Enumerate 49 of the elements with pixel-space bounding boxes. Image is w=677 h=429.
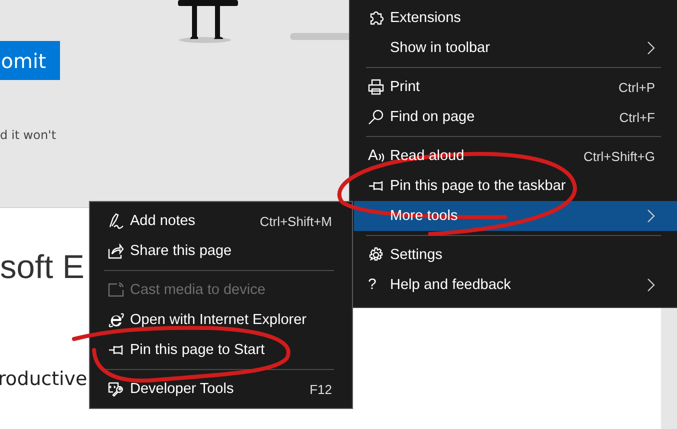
pin-icon bbox=[108, 342, 124, 358]
menu-item-label: Pin this page to the taskbar bbox=[390, 178, 566, 194]
shortcut-label: Ctrl+Shift+G bbox=[583, 148, 655, 164]
settings-icon bbox=[368, 247, 384, 263]
submit-button[interactable]: omit bbox=[0, 41, 60, 80]
menu-item-label: Cast media to device bbox=[130, 282, 266, 298]
menu-item-label: Developer Tools bbox=[130, 381, 234, 397]
menu-item-label: Help and feedback bbox=[390, 277, 511, 293]
menu-item-label: Settings bbox=[390, 247, 442, 263]
menu-icon-glyph: ? bbox=[368, 277, 376, 293]
sound-waves-icon bbox=[378, 153, 386, 163]
cartoon-figure-drawing bbox=[178, 0, 238, 44]
page-heading: soft E bbox=[0, 248, 84, 286]
body-text: d it won't bbox=[0, 128, 56, 142]
browser-logo-icon bbox=[108, 312, 124, 328]
menu-item[interactable]: Print Ctrl+P bbox=[354, 72, 677, 102]
menu-item-label: Pin this page to Start bbox=[130, 342, 265, 358]
shortcut-label: Ctrl+Shift+M bbox=[260, 214, 332, 228]
menu-item[interactable]: Show in toolbar bbox=[354, 33, 677, 63]
shortcut-label: F12 bbox=[310, 382, 332, 396]
menu-icon-glyph: A bbox=[368, 148, 378, 164]
menu-item[interactable]: Settings bbox=[354, 240, 677, 270]
menu-item-label: Find on page bbox=[390, 109, 475, 125]
wrench-icon bbox=[108, 381, 124, 397]
cast-icon bbox=[108, 282, 124, 298]
pen-icon bbox=[108, 213, 124, 229]
printer-icon bbox=[368, 79, 384, 95]
shortcut-label: Ctrl+P bbox=[618, 80, 655, 94]
menu-item[interactable]: Add notes Ctrl+Shift+M bbox=[90, 206, 352, 236]
menu-item[interactable]: ? Help and feedback bbox=[354, 270, 677, 300]
menu-item[interactable]: Find on page Ctrl+F bbox=[354, 102, 677, 132]
menu-item-label: Add notes bbox=[130, 213, 196, 229]
menu-item[interactable]: Pin this page to Start bbox=[90, 335, 352, 365]
menu-item[interactable]: Open with Internet Explorer bbox=[90, 305, 352, 335]
menu-item[interactable]: Share this page bbox=[90, 236, 352, 266]
menu-item-label: Print bbox=[390, 79, 420, 95]
menu-item-label: Share this page bbox=[130, 243, 232, 259]
menu-item-label: Open with Internet Explorer bbox=[130, 312, 307, 328]
menu-item-label: Extensions bbox=[390, 10, 461, 26]
search-icon bbox=[368, 109, 384, 125]
paragraph-text: roductive bbox=[0, 368, 88, 390]
menu-item[interactable]: Extensions bbox=[354, 3, 677, 33]
share-icon bbox=[108, 243, 124, 259]
shortcut-label: Ctrl+F bbox=[619, 110, 655, 124]
puzzle-icon bbox=[368, 10, 384, 26]
menu-item[interactable]: Pin this page to the taskbar bbox=[354, 171, 677, 201]
pin-icon bbox=[368, 178, 384, 194]
menu-item-label: Show in toolbar bbox=[390, 40, 490, 56]
menu-item[interactable]: Developer Tools F12 bbox=[90, 374, 352, 404]
